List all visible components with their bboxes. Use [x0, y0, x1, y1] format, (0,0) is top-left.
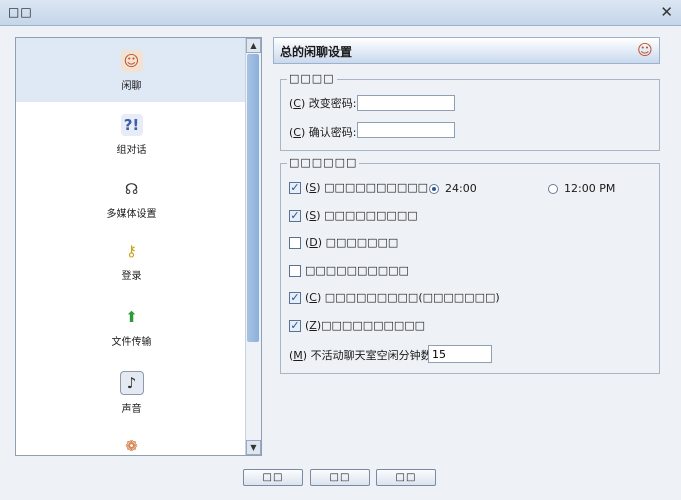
- scroll-up-icon[interactable]: ▲: [246, 38, 261, 53]
- password-group-legend: □□□□: [287, 72, 337, 85]
- time-12h-radio[interactable]: 12:00 PM: [548, 182, 615, 195]
- options-group-legend: □□□□□□: [287, 156, 360, 169]
- file-transfer-icon: ⬆: [125, 308, 138, 326]
- sidebar-item-label: 文件传输: [111, 337, 152, 348]
- sidebar-item-label: 组对话: [116, 145, 147, 156]
- user-chat-icon: ☺: [637, 41, 653, 59]
- sidebar-item-file-transfer[interactable]: ⬆ 文件传输: [16, 306, 247, 348]
- sidebar-item-appearance[interactable]: ❁: [16, 435, 247, 455]
- option-checkbox[interactable]: ✓: [289, 181, 301, 194]
- idle-minutes-label: (M) 不活动聊天室空闲分钟数:: [289, 348, 436, 363]
- page-title: 总的闲聊设置: [280, 45, 353, 59]
- sidebar-item-label: 声音: [121, 404, 142, 415]
- option-row[interactable]: ✓(C) □□□□□□□□□(□□□□□□□): [289, 291, 500, 304]
- cancel-button[interactable]: □□: [310, 469, 370, 486]
- radio-dot[interactable]: [429, 183, 439, 194]
- scrollbar-thumb[interactable]: [247, 54, 259, 342]
- sidebar-item-group-chat[interactable]: ?! 组对话: [16, 114, 247, 156]
- sidebar-scrollbar[interactable]: ▲ ▼: [245, 38, 261, 455]
- option-row[interactable]: ✓(S) □□□□□□□□□: [289, 209, 418, 222]
- option-checkbox[interactable]: ✓: [289, 291, 301, 304]
- option-row[interactable]: ✓(Z) □□□□□□□□□□: [289, 319, 425, 332]
- page-header: 总的闲聊设置 ☺: [273, 37, 660, 64]
- option-label: □□□□□□□: [325, 236, 399, 249]
- ok-button[interactable]: □□: [243, 469, 303, 486]
- key-icon: ⚷: [126, 242, 137, 260]
- password-group: □□□□ (C) 改变密码: (C) 确认密码:: [280, 72, 660, 151]
- option-label: □□□□□□□□□□: [321, 319, 426, 332]
- sidebar-item-chat[interactable]: ☺ 闲聊: [16, 38, 247, 102]
- option-row[interactable]: (D) □□□□□□□: [289, 236, 398, 249]
- idle-minutes-input[interactable]: [428, 345, 492, 363]
- option-row[interactable]: □□□□□□□□□□: [289, 264, 409, 277]
- change-password-input[interactable]: [357, 95, 455, 111]
- scroll-down-icon[interactable]: ▼: [246, 440, 261, 455]
- confirm-password-label: (C) 确认密码:: [289, 125, 357, 140]
- group-chat-icon: ?!: [120, 114, 143, 136]
- options-group: □□□□□□ ✓(S) □□□□□□□□□□ 24:00 12:00 PM ✓(…: [280, 156, 660, 374]
- option-row[interactable]: ✓(S) □□□□□□□□□□: [289, 181, 428, 194]
- option-label: □□□□□□□□□□: [305, 264, 409, 277]
- sidebar-item-sound[interactable]: ♪ 声音: [16, 371, 247, 415]
- sidebar-item-label: 多媒体设置: [106, 209, 157, 220]
- option-checkbox[interactable]: [289, 264, 301, 277]
- close-icon[interactable]: ✕: [660, 3, 673, 21]
- option-label: □□□□□□□□□: [324, 209, 418, 222]
- sound-icon: ♪: [119, 371, 144, 395]
- confirm-password-input[interactable]: [357, 122, 455, 138]
- sidebar-item-login[interactable]: ⚷ 登录: [16, 240, 247, 282]
- category-sidebar: ☺ 闲聊 ?! 组对话 ☊ 多媒体设置 ⚷ 登录 ⬆ 文件传输 ♪ 声音 ❁ ▲…: [15, 37, 262, 456]
- apply-button[interactable]: □□: [376, 469, 436, 486]
- window-titlebar: □□ ✕: [0, 0, 681, 26]
- change-password-label: (C) 改变密码:: [289, 96, 357, 111]
- radio-dot[interactable]: [548, 183, 558, 194]
- option-checkbox[interactable]: ✓: [289, 209, 301, 222]
- sidebar-item-label: 登录: [121, 271, 142, 282]
- sidebar-item-multimedia[interactable]: ☊ 多媒体设置: [16, 178, 247, 220]
- user-chat-icon: ☺: [120, 50, 143, 72]
- window-title: □□: [8, 5, 33, 19]
- headset-icon: ☊: [124, 180, 139, 198]
- option-checkbox[interactable]: ✓: [289, 319, 301, 332]
- time-24h-radio[interactable]: 24:00: [429, 182, 477, 195]
- palette-icon: ❁: [125, 437, 138, 455]
- option-checkbox[interactable]: [289, 236, 301, 249]
- option-label: □□□□□□□□□□: [324, 181, 429, 194]
- sidebar-item-label: 闲聊: [121, 81, 142, 92]
- option-label: □□□□□□□□□(□□□□□□□): [324, 291, 500, 304]
